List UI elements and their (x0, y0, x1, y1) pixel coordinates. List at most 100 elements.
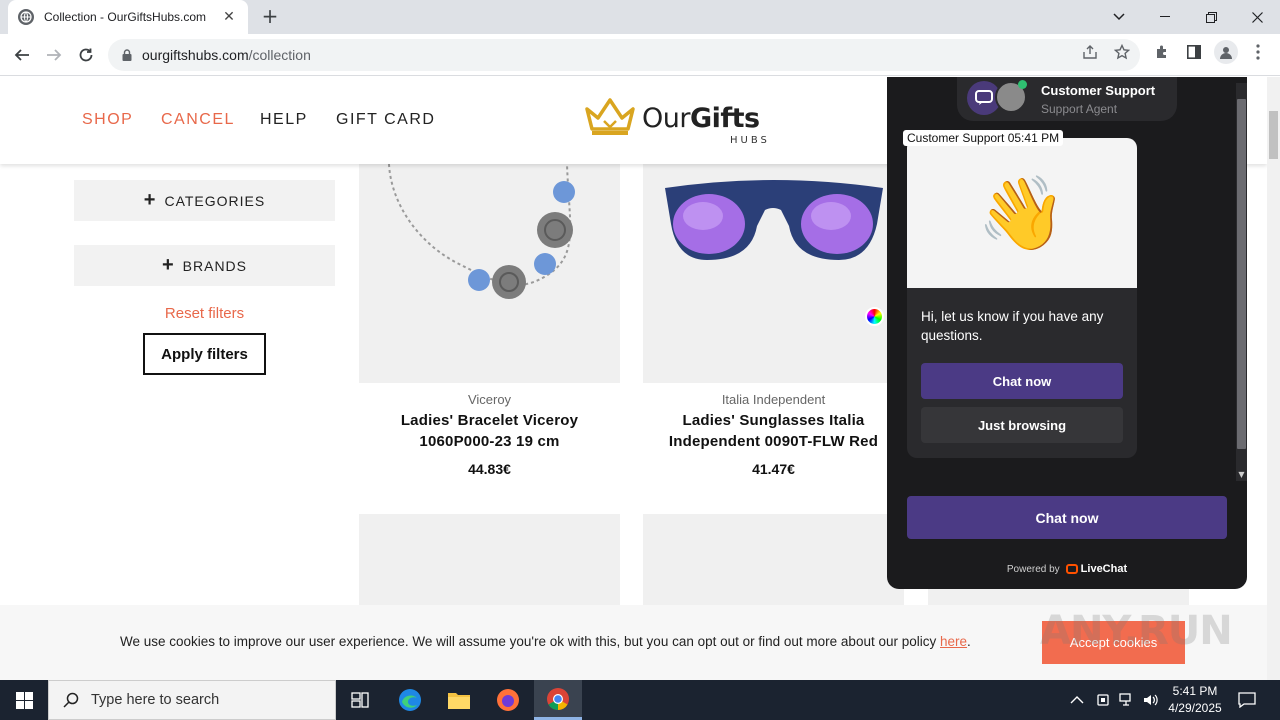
product-name-line: Ladies' Bracelet Viceroy (400, 412, 579, 429)
new-tab-button[interactable]: + (258, 4, 282, 28)
welcome-message-card: 👋 Hi, let us know if you have any questi… (907, 138, 1137, 458)
apply-filters-button[interactable]: Apply filters (143, 333, 266, 375)
chat-scrollbar[interactable]: ▼ (1236, 83, 1247, 481)
url-text: ourgiftshubs.com/collection (142, 47, 311, 63)
logo-brand-light: Our (642, 103, 690, 134)
chat-scrollbar-thumb[interactable] (1237, 99, 1246, 449)
network-icon[interactable] (1119, 680, 1135, 720)
plus-icon: + (161, 254, 175, 276)
plus-icon: + (143, 189, 157, 211)
close-window-button[interactable] (1234, 0, 1280, 34)
agent-header: Customer Support Support Agent (957, 77, 1177, 121)
livechat-widget: Customer Support Support Agent Customer … (887, 77, 1247, 589)
browser-tab[interactable]: Collection - OurGiftsHubs.com ✕ (8, 0, 248, 34)
site-logo[interactable]: OurGifts HUBS (584, 95, 784, 149)
powered-by-label: Powered by (1006, 563, 1060, 575)
task-view-icon[interactable] (336, 680, 384, 720)
welcome-message: Hi, let us know if you have any question… (921, 309, 1104, 343)
restore-button[interactable] (1188, 0, 1234, 34)
clock-time: 5:41 PM (1172, 684, 1218, 698)
page-scrollbar[interactable] (1267, 77, 1280, 680)
share-icon[interactable] (1080, 42, 1100, 62)
nav-cancel-link[interactable]: CANCEL (161, 111, 235, 129)
product-price: 41.47€ (752, 461, 795, 477)
cookie-message: We use cookies to improve our user exper… (120, 634, 940, 649)
agent-role: Support Agent (1041, 102, 1118, 116)
online-status-dot (1018, 80, 1027, 89)
page-scrollbar-thumb[interactable] (1269, 111, 1278, 159)
livechat-brand-name: LiveChat (1080, 563, 1128, 575)
just-browsing-button[interactable]: Just browsing (921, 407, 1123, 443)
product-name-line: Ladies' Sunglasses Italia (682, 412, 865, 429)
agent-name: Customer Support (1041, 83, 1156, 98)
cookie-period: . (967, 634, 971, 649)
crown-logo-icon (585, 98, 635, 135)
clock-date: 4/29/2025 (1168, 701, 1222, 715)
url-domain: ourgiftshubs.com (142, 47, 249, 63)
nav-gift-card-link[interactable]: GIFT CARD (336, 111, 435, 129)
profile-avatar-icon[interactable] (1214, 40, 1238, 64)
cookie-policy-link[interactable]: here (940, 634, 967, 649)
windows-taskbar: Type here to search 5:41 PM 4/29/2025 (0, 680, 1280, 720)
nav-help-link[interactable]: HELP (260, 111, 308, 129)
bookmark-star-icon[interactable] (1112, 42, 1132, 62)
chat-now-button[interactable]: Chat now (921, 363, 1123, 399)
product-image-bracelet[interactable] (359, 164, 620, 383)
extensions-puzzle-icon[interactable] (1152, 42, 1172, 62)
tab-close-icon[interactable]: ✕ (220, 9, 238, 25)
scroll-down-arrow-icon[interactable]: ▼ (1236, 469, 1247, 481)
chrome-icon[interactable] (534, 680, 582, 720)
product-brand: Italia Independent (721, 392, 826, 407)
notifications-icon[interactable] (1238, 680, 1256, 720)
back-button[interactable] (9, 42, 35, 68)
welcome-hero: 👋 (907, 138, 1137, 288)
product-price: 44.83€ (468, 461, 511, 477)
side-panel-icon[interactable] (1184, 42, 1204, 62)
tray-device-icon[interactable] (1096, 680, 1110, 720)
menu-kebab-icon[interactable] (1248, 42, 1268, 62)
start-button[interactable] (0, 680, 48, 720)
powered-by[interactable]: Powered by LiveChat (887, 563, 1247, 575)
reset-filters-link[interactable]: Reset filters (74, 305, 335, 322)
browser-toolbar: ourgiftshubs.com/collection (0, 34, 1280, 76)
logo-wordmark: OurGifts (642, 103, 760, 134)
nav-shop-link[interactable]: SHOP (82, 111, 133, 129)
product-name[interactable]: Ladies' Sunglasses Italia Independent 00… (643, 410, 904, 452)
product-image-sunglasses[interactable] (643, 164, 904, 383)
taskbar-clock[interactable]: 5:41 PM 4/29/2025 (1160, 683, 1230, 717)
url-path: /collection (248, 47, 311, 63)
product-name[interactable]: Ladies' Bracelet Viceroy 1060P000-23 19 … (359, 410, 620, 452)
message-meta: Customer Support 05:41 PM (903, 130, 1064, 146)
tab-search-chevron-icon[interactable] (1096, 0, 1142, 34)
logo-subtitle: HUBS (730, 135, 770, 146)
firefox-icon[interactable] (484, 680, 532, 720)
categories-filter-toggle[interactable]: + CATEGORIES (74, 180, 335, 221)
livechat-bubble-icon (1065, 564, 1078, 574)
anyrun-watermark: ANY.RUN (1040, 608, 1233, 654)
chat-now-bottom-button[interactable]: Chat now (907, 496, 1227, 539)
taskbar-search[interactable]: Type here to search (48, 680, 336, 720)
bracelet-image (388, 164, 575, 299)
reload-button[interactable] (73, 42, 99, 68)
product-name-line: 1060P000-23 19 cm (419, 433, 560, 450)
brands-label: BRANDS (182, 257, 248, 274)
address-bar[interactable]: ourgiftshubs.com/collection (108, 39, 1140, 71)
volume-icon[interactable] (1143, 680, 1159, 720)
lock-icon[interactable] (120, 48, 134, 62)
product-brand: Viceroy (467, 392, 512, 407)
search-placeholder: Type here to search (91, 692, 220, 708)
minimize-button[interactable] (1142, 0, 1188, 34)
categories-label: CATEGORIES (164, 192, 266, 209)
file-explorer-icon[interactable] (435, 680, 483, 720)
sunglasses-image (665, 180, 883, 260)
cookie-text: We use cookies to improve our user exper… (120, 634, 971, 649)
livechat-brand: LiveChat (1065, 563, 1128, 575)
edge-browser-icon[interactable] (386, 680, 434, 720)
waving-hand-icon: 👋 (977, 171, 1067, 255)
forward-button[interactable] (41, 42, 67, 68)
color-wheel-icon[interactable] (865, 307, 884, 326)
brands-filter-toggle[interactable]: + BRANDS (74, 245, 335, 286)
tray-chevron-up-icon[interactable] (1070, 680, 1084, 720)
product-name-line: Independent 0090T-FLW Red (668, 433, 879, 450)
search-icon (63, 692, 79, 708)
